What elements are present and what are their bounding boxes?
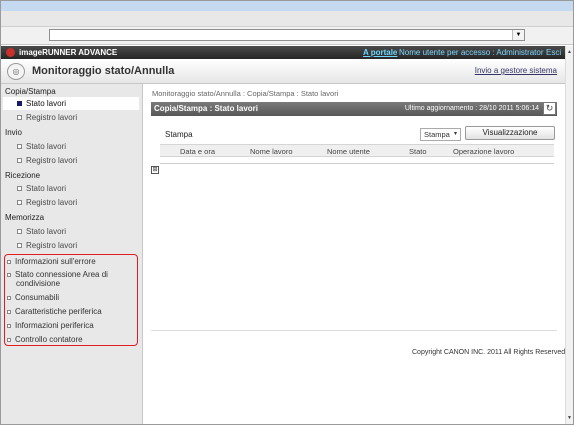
view-button[interactable]: Visualizzazione [465,126,555,140]
sidebar-item-consumables[interactable]: Consumabili [7,293,59,302]
column-header: Nome lavoro [250,147,293,156]
bullet-icon [17,144,22,149]
table-divider [160,163,554,164]
send-to-admin-link[interactable]: Invio a gestore sistema [475,66,557,75]
panel-title: Copia/Stampa : Stato lavori [154,104,259,113]
sidebar-item-share-area-status[interactable]: Stato connessione Area di [7,270,108,279]
sidebar-item-store-job-log[interactable]: Registro lavori [17,241,77,250]
scrollbar[interactable]: ▲ ▼ [565,46,573,424]
bullet-icon [17,243,22,248]
page-title: Monitoraggio stato/Annulla [32,65,175,77]
sidebar-item-label: Stato lavori [26,142,67,151]
sidebar-item-error-info[interactable]: Informazioni sull'errore [7,257,96,266]
bullet-icon [7,310,11,314]
sidebar-item-copy-job-status[interactable]: Stato lavori [3,97,139,110]
sidebar-item-copy-job-log[interactable]: Registro lavori [17,113,77,122]
chevron-down-icon[interactable]: ▼ [512,30,524,40]
sidebar-item-label: Informazioni periferica [15,321,94,330]
bullet-icon [7,338,11,342]
column-header: Nome utente [327,147,370,156]
sidebar-item-device-info[interactable]: Informazioni periferica [7,321,94,330]
address-dropdown[interactable]: ▼ [49,29,525,41]
sidebar-item-send-job-log[interactable]: Registro lavori [17,156,77,165]
column-header: Operazione lavoro [453,147,515,156]
bullet-icon [7,260,11,264]
bullet-icon [17,229,22,234]
sidebar-item-label: Stato lavori [26,227,67,236]
sidebar-item-label: Controllo contatore [15,335,83,344]
bullet-icon [7,273,11,277]
brand-name: imageRUNNER ADVANCE [19,48,118,57]
browser-address-bar: ▼ [1,27,573,45]
sidebar: Copia/Stampa Stato lavori Registro lavor… [1,84,143,424]
sidebar-item-share-area-status-cont[interactable]: condivisione [16,279,60,288]
browser-title-bar [1,1,573,11]
sidebar-item-label: Stato connessione Area di [15,270,108,279]
sidebar-section-send: Invio [5,128,22,137]
breadcrumb: Monitoraggio stato/Annulla : Copia/Stamp… [152,89,339,98]
sidebar-item-label: Informazioni sull'errore [15,257,96,266]
column-header: Data e ora [180,147,216,156]
bullet-icon [17,158,22,163]
monitor-icon: ◎ [7,63,25,80]
bullet-icon [7,324,11,328]
canon-logo-icon [6,48,15,57]
sidebar-section-copy-print: Copia/Stampa [5,87,56,96]
sidebar-item-store-job-status[interactable]: Stato lavori [17,227,66,236]
sidebar-item-label: Registro lavori [26,113,78,122]
portal-link[interactable]: A portale [363,48,397,57]
copyright: Copyright CANON INC. 2011 All Rights Res… [412,349,566,356]
sidebar-item-label: Caratteristiche periferica [15,307,102,316]
table-header: Data e ora Nome lavoro Nome utente Stato… [160,144,554,157]
scroll-down-icon[interactable]: ▼ [566,414,573,422]
refresh-icon[interactable]: ↻ [543,102,556,115]
page-title-bar: ◎ Monitoraggio stato/Annulla Invio a ges… [1,59,565,84]
sidebar-item-label: Consumabili [15,293,60,302]
sidebar-section-store: Memorizza [5,213,45,222]
last-update: Ultimo aggiornamento : 28/10 2011 5:06:1… [404,105,539,112]
chevron-down-icon: ▾ [453,131,457,137]
select-value: Stampa [424,130,450,139]
sidebar-item-counter-check[interactable]: Controllo contatore [7,335,83,344]
sidebar-item-receive-job-log[interactable]: Registro lavori [17,198,77,207]
bullet-icon [7,296,11,300]
user-info: Nome utente per accesso : Administrator [399,48,544,57]
scroll-up-icon[interactable]: ▲ [566,48,573,56]
bullet-icon [17,101,22,106]
sidebar-item-send-job-status[interactable]: Stato lavori [17,142,66,151]
sidebar-item-receive-job-status[interactable]: Stato lavori [17,184,66,193]
sidebar-item-label: Registro lavori [26,198,78,207]
panel-header: Copia/Stampa : Stato lavori Ultimo aggio… [151,102,557,116]
sidebar-section-receive: Ricezione [5,171,41,180]
bullet-icon [17,186,22,191]
logout-link[interactable]: Esci [546,48,561,57]
sidebar-item-device-features[interactable]: Caratteristiche periferica [7,307,102,316]
sidebar-item-label: Registro lavori [26,241,78,250]
job-type-select[interactable]: Stampa ▾ [420,128,461,141]
sidebar-item-label: Stato lavori [26,99,67,108]
expand-icon[interactable]: ⊞ [151,166,159,174]
app-header: imageRUNNER ADVANCE A portale Nome utent… [1,46,565,59]
print-section-label: Stampa [165,130,193,139]
column-header: Stato [409,147,427,156]
bullet-icon [17,115,22,120]
sidebar-item-label: Registro lavori [26,156,78,165]
browser-toolbar [1,11,573,27]
bullet-icon [17,200,22,205]
sidebar-item-label: Stato lavori [26,184,67,193]
